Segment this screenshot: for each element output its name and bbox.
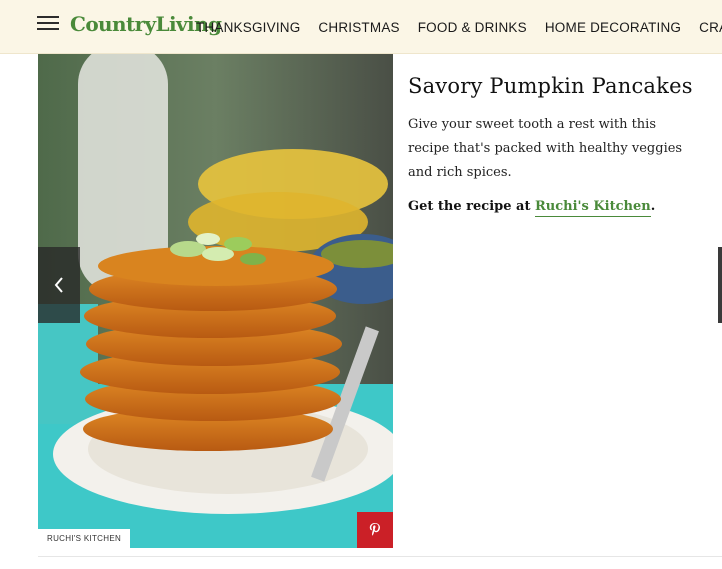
pumpkin-pancakes-image bbox=[38, 54, 393, 548]
nav-item-thanksgiving[interactable]: THANKSGIVING bbox=[196, 20, 300, 35]
main-nav: THANKSGIVING CHRISTMAS FOOD & DRINKS HOM… bbox=[196, 0, 722, 53]
site-header: CountryLiving THANKSGIVING CHRISTMAS FOO… bbox=[0, 0, 722, 54]
pinterest-button[interactable] bbox=[357, 512, 393, 548]
recipe-cta: Get the recipe at Ruchi's Kitchen. bbox=[408, 199, 698, 217]
slideshow-slide: RUCHI'S KITCHEN Savory Pumpkin Pancakes … bbox=[38, 54, 722, 557]
next-slide-button[interactable] bbox=[718, 247, 722, 323]
nav-item-crafts-diy[interactable]: CRAFTS & DIY bbox=[699, 20, 722, 35]
pinterest-icon bbox=[369, 523, 380, 536]
recipe-cta-suffix: . bbox=[650, 199, 656, 214]
recipe-cta-prefix: Get the recipe at bbox=[408, 199, 535, 214]
image-credit: RUCHI'S KITCHEN bbox=[38, 529, 131, 548]
slide-description: Give your sweet tooth a rest with this r… bbox=[408, 117, 683, 180]
slide-text-panel: Savory Pumpkin Pancakes Give your sweet … bbox=[408, 72, 698, 217]
recipe-source-link[interactable]: Ruchi's Kitchen bbox=[534, 199, 651, 217]
nav-item-home-decorating[interactable]: HOME DECORATING bbox=[545, 20, 681, 35]
slide-title: Savory Pumpkin Pancakes bbox=[408, 74, 693, 98]
previous-slide-button[interactable] bbox=[38, 247, 80, 323]
nav-item-christmas[interactable]: CHRISTMAS bbox=[318, 20, 399, 35]
hamburger-menu-icon[interactable] bbox=[37, 16, 59, 30]
nav-item-food-drinks[interactable]: FOOD & DRINKS bbox=[418, 20, 527, 35]
chevron-left-icon bbox=[54, 277, 63, 293]
slide-photo: RUCHI'S KITCHEN bbox=[38, 54, 393, 548]
